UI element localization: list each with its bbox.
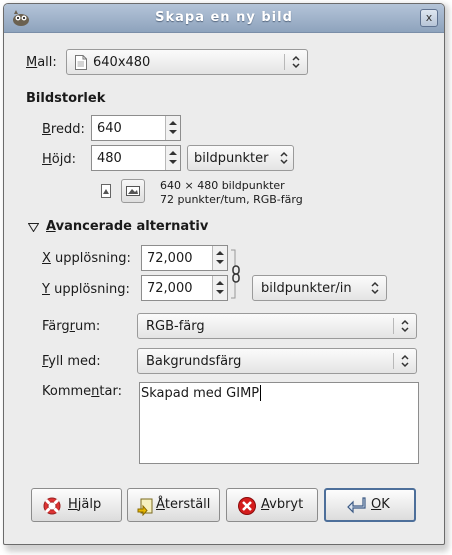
- size-info-line1: 640 × 480 bildpunkter: [160, 179, 285, 192]
- landscape-orientation-icon: [126, 186, 140, 196]
- portrait-orientation-icon: [101, 184, 111, 198]
- xres-value: 72,000: [147, 251, 193, 266]
- cancel-label: Avbryt: [261, 497, 304, 512]
- reset-button[interactable]: Återställ: [127, 488, 220, 522]
- help-label: Hjälp: [68, 497, 102, 512]
- xres-spinbox[interactable]: 72,000: [141, 245, 228, 271]
- combo-arrows-icon: [401, 319, 409, 333]
- fill-combo[interactable]: Bakgrundsfärg: [137, 348, 417, 374]
- combo-arrows-icon: [401, 354, 409, 368]
- colorspace-value: RGB-färg: [146, 319, 205, 334]
- close-button[interactable]: x: [420, 9, 438, 27]
- size-unit-value: bildpunkter: [194, 151, 269, 166]
- yres-value: 72,000: [147, 281, 193, 296]
- width-value: 640: [97, 121, 122, 136]
- close-icon: x: [425, 11, 433, 24]
- help-button[interactable]: Hjälp: [31, 488, 122, 522]
- colorspace-label: Färgrum:: [42, 319, 101, 334]
- colorspace-combo[interactable]: RGB-färg: [137, 313, 417, 339]
- combo-arrows-icon: [280, 151, 288, 165]
- height-label: Höjd:: [42, 152, 76, 167]
- lifebuoy-icon: [43, 497, 61, 515]
- template-label: Mall:: [26, 55, 57, 70]
- yres-label: Y upplösning:: [42, 282, 130, 297]
- height-stepper[interactable]: [165, 146, 180, 170]
- comment-value: Skapad med GIMP: [141, 386, 260, 401]
- xres-label: X upplösning:: [42, 251, 131, 266]
- image-size-heading: Bildstorlek: [26, 91, 106, 106]
- reset-label: Återställ: [156, 497, 211, 512]
- template-value: 640x480: [93, 55, 151, 70]
- revert-icon: [137, 498, 153, 516]
- yres-stepper[interactable]: [212, 276, 227, 300]
- advanced-heading: Avancerade alternativ: [46, 219, 209, 234]
- height-value: 480: [97, 151, 122, 166]
- xres-stepper[interactable]: [212, 246, 227, 270]
- comment-label: Kommentar:: [42, 384, 122, 399]
- ok-button[interactable]: OK: [324, 488, 416, 522]
- portrait-button[interactable]: [95, 180, 119, 204]
- cancel-icon: [238, 497, 256, 515]
- template-combo[interactable]: 640x480: [66, 49, 308, 75]
- resolution-unit-combo[interactable]: bildpunkter/in: [252, 275, 387, 301]
- combo-arrows-icon: [292, 55, 300, 69]
- width-label: Bredd:: [42, 122, 85, 137]
- comment-textarea[interactable]: Skapad med GIMP: [139, 382, 419, 464]
- width-spinbox[interactable]: 640: [91, 115, 181, 141]
- size-unit-combo[interactable]: bildpunkter: [187, 145, 294, 171]
- cancel-button[interactable]: Avbryt: [226, 488, 318, 522]
- width-stepper[interactable]: [165, 116, 180, 140]
- resolution-unit-value: bildpunkter/in: [261, 281, 352, 296]
- landscape-button[interactable]: [121, 179, 145, 203]
- enter-arrow-icon: [347, 497, 366, 514]
- fill-label: Fyll med:: [42, 354, 101, 369]
- combo-arrows-icon: [371, 281, 379, 295]
- window-title: Skapa en ny bild: [155, 10, 293, 25]
- ok-label: OK: [371, 497, 390, 512]
- expander-triangle-icon: [28, 223, 39, 232]
- document-icon: [75, 55, 87, 70]
- advanced-expander[interactable]: Avancerade alternativ: [26, 218, 236, 238]
- text-caret: [260, 385, 261, 401]
- chain-link-icon[interactable]: [230, 248, 244, 300]
- new-image-dialog: Skapa en ny bild x Mall: 640x480 Bildsto…: [3, 3, 445, 545]
- size-info-line2: 72 punkter/tum, RGB-färg: [160, 193, 303, 206]
- height-spinbox[interactable]: 480: [91, 145, 181, 171]
- fill-value: Bakgrundsfärg: [146, 354, 242, 369]
- yres-spinbox[interactable]: 72,000: [141, 275, 228, 301]
- titlebar[interactable]: Skapa en ny bild x: [4, 4, 444, 33]
